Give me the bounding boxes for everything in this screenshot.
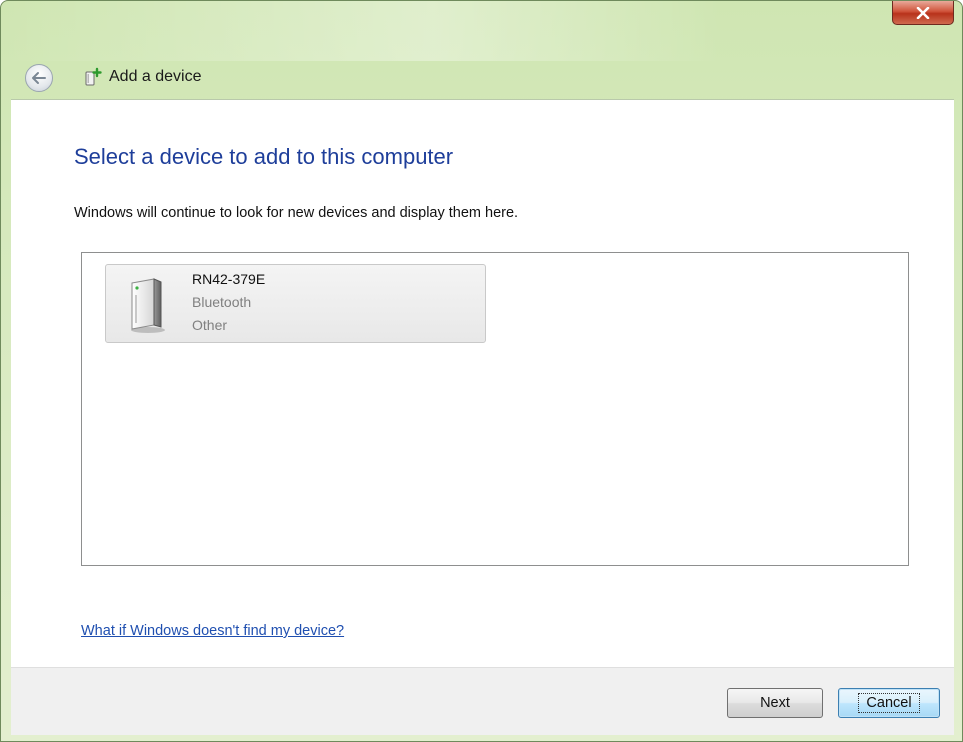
help-link[interactable]: What if Windows doesn't find my device? bbox=[81, 623, 344, 639]
device-item[interactable]: RN42-379E Bluetooth Other bbox=[105, 264, 486, 343]
close-icon bbox=[916, 6, 930, 19]
device-type: Bluetooth bbox=[192, 294, 252, 310]
device-list[interactable]: RN42-379E Bluetooth Other bbox=[81, 252, 909, 566]
wizard-content: Select a device to add to this computer … bbox=[11, 99, 954, 668]
window-title: Add a device bbox=[109, 68, 202, 85]
device-category: Other bbox=[192, 317, 228, 333]
device-name: RN42-379E bbox=[192, 271, 266, 287]
add-device-window: Add a device Select a device to add to t… bbox=[0, 0, 963, 742]
wizard-footer: Next Cancel bbox=[11, 667, 954, 735]
info-text: Windows will continue to look for new de… bbox=[74, 205, 519, 221]
bluetooth-device-icon bbox=[131, 278, 165, 333]
back-button[interactable] bbox=[25, 64, 53, 92]
next-button[interactable]: Next bbox=[727, 688, 823, 718]
page-heading: Select a device to add to this computer bbox=[74, 144, 454, 169]
cancel-button-label: Cancel bbox=[858, 693, 920, 713]
add-device-icon bbox=[85, 67, 102, 86]
back-arrow-icon bbox=[32, 72, 46, 84]
cancel-button[interactable]: Cancel bbox=[838, 688, 940, 718]
close-button[interactable] bbox=[892, 1, 954, 25]
